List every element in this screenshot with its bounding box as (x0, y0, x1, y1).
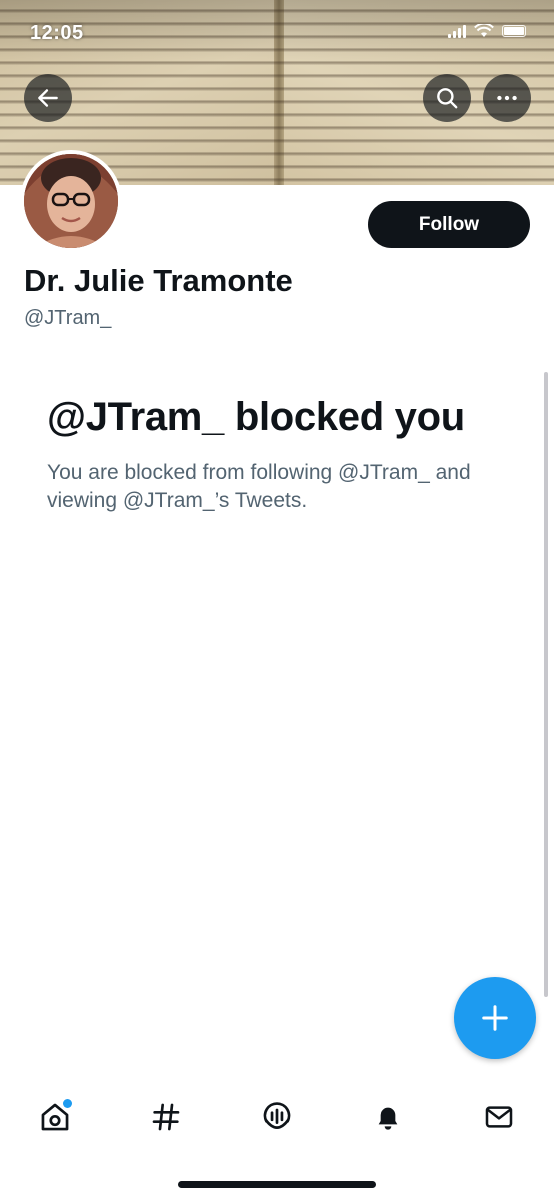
spaces-icon (263, 1102, 291, 1129)
blocked-message: You are blocked from following @JTram_ a… (47, 461, 471, 512)
nav-notifications[interactable] (366, 1095, 410, 1139)
user-handle: @JTram_ (24, 307, 112, 329)
status-icons (448, 24, 526, 38)
more-options-button[interactable] (483, 74, 531, 122)
compose-tweet-button[interactable] (454, 977, 536, 1059)
avatar-portrait (24, 154, 118, 248)
follow-button[interactable]: Follow (368, 201, 530, 248)
nav-home[interactable] (33, 1095, 77, 1139)
search-icon (437, 88, 458, 109)
back-button[interactable] (24, 74, 72, 122)
plus-icon (482, 1005, 508, 1031)
nav-messages[interactable] (477, 1095, 521, 1139)
arrow-left-icon (38, 89, 58, 107)
battery-icon (502, 25, 526, 37)
nav-spaces[interactable] (255, 1095, 299, 1139)
status-time: 12:05 (30, 22, 84, 44)
home-indicator[interactable] (178, 1181, 376, 1188)
search-button[interactable] (423, 74, 471, 122)
nav-explore[interactable] (144, 1095, 188, 1139)
scrollbar[interactable] (544, 372, 548, 997)
bell-icon (378, 1107, 398, 1130)
more-horizontal-icon (497, 95, 517, 101)
blocked-title: @JTram_ blocked you (47, 395, 465, 439)
notification-badge (63, 1099, 72, 1108)
display-name: Dr. Julie Tramonte (24, 263, 293, 298)
mail-icon (485, 1106, 513, 1128)
hashtag-icon (152, 1103, 180, 1131)
wifi-icon (474, 24, 494, 37)
cellular-signal-icon (448, 24, 466, 38)
avatar[interactable] (20, 150, 122, 252)
